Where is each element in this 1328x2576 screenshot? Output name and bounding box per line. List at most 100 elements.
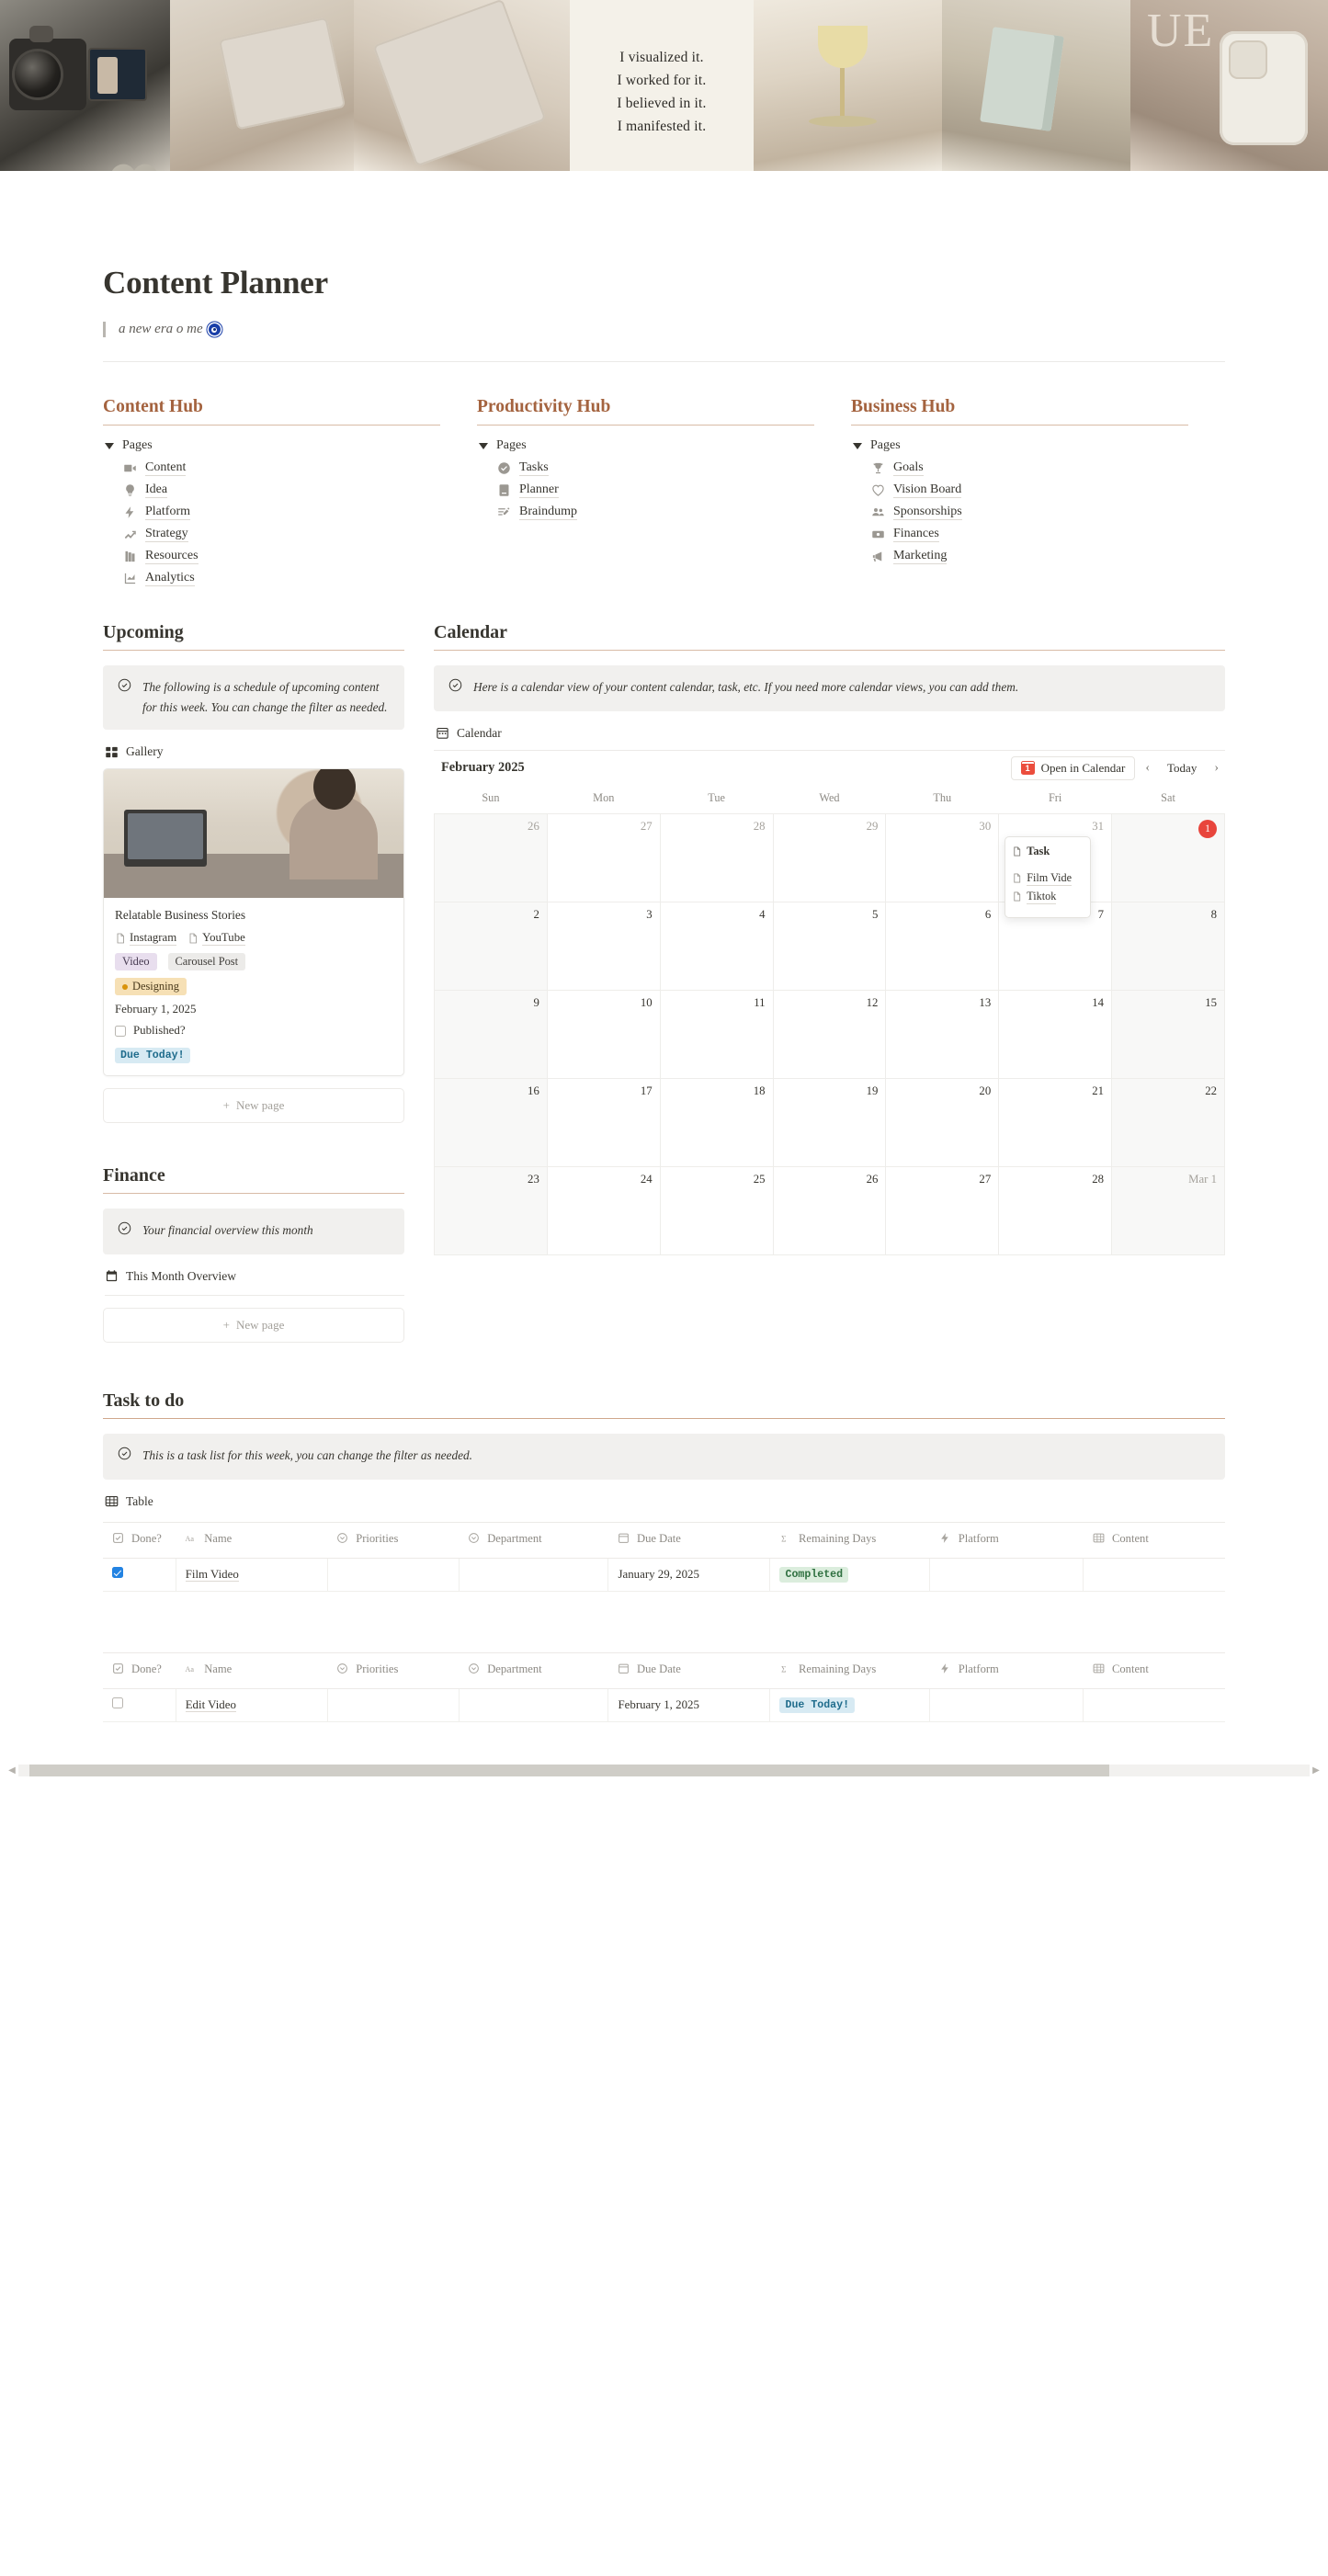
table-row[interactable]: Edit Video February 1, 2025 Due Today! — [103, 1688, 1225, 1722]
calendar-day-cell[interactable]: 8 — [1111, 901, 1225, 991]
calendar-event-popover[interactable]: Task Film Vide Tiktok — [1005, 835, 1092, 918]
gallery-card[interactable]: Relatable Business Stories Instagram You… — [103, 768, 404, 1077]
tag-carousel-post[interactable]: Carousel Post — [167, 953, 246, 971]
cell-content[interactable] — [1083, 1688, 1225, 1722]
calendar-day-cell[interactable]: 18 — [659, 1077, 774, 1167]
sidebar-item-vision-board[interactable]: Vision Board — [851, 479, 1188, 501]
calendar-day-cell[interactable]: 28 — [998, 1165, 1113, 1255]
calendar-day-cell[interactable]: 11 — [659, 989, 774, 1079]
sidebar-item-analytics[interactable]: Analytics — [103, 567, 440, 589]
tag-video[interactable]: Video — [115, 953, 157, 971]
calendar-day-cell[interactable]: 22 — [1111, 1077, 1225, 1167]
sidebar-item-content[interactable]: Content — [103, 457, 440, 479]
calendar-day-cell[interactable]: Mar 1 — [1111, 1165, 1225, 1255]
column-header-name[interactable]: Aa Name — [176, 1522, 328, 1559]
cell-done[interactable] — [103, 1688, 176, 1722]
calendar-day-cell[interactable]: 12 — [772, 989, 887, 1079]
chevron-down-icon[interactable] — [105, 442, 114, 449]
gallery-card-published[interactable]: Published? — [115, 1024, 392, 1038]
relation-youtube[interactable]: YouTube — [187, 931, 245, 947]
calendar-day-cell[interactable]: 2 — [434, 901, 548, 991]
column-header-platform[interactable]: Platform — [929, 1522, 1084, 1559]
calendar-day-cell[interactable]: 4 — [659, 901, 774, 991]
relation-instagram[interactable]: Instagram — [115, 931, 177, 947]
cell-due-date[interactable]: January 29, 2025 — [607, 1558, 771, 1592]
calendar-day-cell[interactable]: 31 Task Film Vide Tiktok — [998, 812, 1113, 918]
calendar-day-cell[interactable]: 28 — [659, 812, 774, 902]
view-selector-calendar[interactable]: Calendar — [436, 726, 1225, 741]
scrollbar-track[interactable] — [18, 1765, 1310, 1777]
column-header-content[interactable]: Content — [1083, 1652, 1225, 1689]
cell-priorities[interactable] — [327, 1688, 460, 1722]
calendar-day-cell[interactable]: 19 — [772, 1077, 887, 1167]
scroll-left-arrow-icon[interactable]: ◀ — [6, 1765, 18, 1776]
pages-toggle-content[interactable]: Pages — [103, 438, 440, 453]
row-checkbox[interactable] — [112, 1697, 123, 1709]
column-header-done[interactable]: Done? — [103, 1652, 176, 1689]
calendar-day-cell[interactable]: 26 — [772, 1165, 887, 1255]
table-row[interactable]: Film Video January 29, 2025 Completed — [103, 1558, 1225, 1592]
popover-event-item[interactable]: Film Vide — [1012, 871, 1084, 886]
column-header-due-date[interactable]: Due Date — [607, 1522, 770, 1559]
row-checkbox[interactable] — [112, 1567, 123, 1579]
sidebar-item-sponsorships[interactable]: Sponsorships — [851, 501, 1188, 523]
calendar-today-button[interactable]: Today — [1160, 758, 1204, 778]
chevron-down-icon[interactable] — [853, 442, 862, 449]
column-header-platform[interactable]: Platform — [929, 1652, 1084, 1689]
calendar-day-cell[interactable]: 27 — [546, 812, 661, 902]
sidebar-item-marketing[interactable]: Marketing — [851, 545, 1188, 567]
sidebar-item-tasks[interactable]: Tasks — [477, 457, 814, 479]
calendar-day-cell[interactable]: 16 — [434, 1077, 548, 1167]
column-header-remaining-days[interactable]: Σ Remaining Days — [769, 1522, 930, 1559]
cell-platform[interactable] — [929, 1558, 1084, 1592]
calendar-day-cell[interactable]: 10 — [546, 989, 661, 1079]
calendar-day-cell[interactable]: 6 — [885, 901, 1000, 991]
pages-toggle-productivity[interactable]: Pages — [477, 438, 814, 453]
view-selector-table[interactable]: Table — [105, 1494, 1225, 1509]
column-header-priorities[interactable]: Priorities — [327, 1652, 460, 1689]
cell-content[interactable] — [1083, 1558, 1225, 1592]
cell-platform[interactable] — [929, 1688, 1084, 1722]
sidebar-item-goals[interactable]: Goals — [851, 457, 1188, 479]
calendar-day-cell[interactable]: 24 — [546, 1165, 661, 1255]
sidebar-item-braindump[interactable]: Braindump — [477, 501, 814, 523]
cell-name[interactable]: Film Video — [176, 1558, 328, 1592]
calendar-day-cell[interactable]: 14 — [998, 989, 1113, 1079]
column-header-due-date[interactable]: Due Date — [607, 1652, 770, 1689]
calendar-day-cell[interactable]: 15 — [1111, 989, 1225, 1079]
cell-done[interactable] — [103, 1558, 176, 1592]
column-header-priorities[interactable]: Priorities — [327, 1522, 460, 1559]
cell-department[interactable] — [459, 1558, 609, 1592]
calendar-day-cell[interactable]: 26 — [434, 812, 548, 902]
scrollbar-thumb[interactable] — [29, 1765, 1109, 1777]
open-in-calendar-button[interactable]: Open in Calendar — [1010, 755, 1136, 780]
cell-due-date[interactable]: February 1, 2025 — [607, 1688, 771, 1722]
horizontal-scrollbar[interactable]: ◀ ▶ — [0, 1763, 1328, 1779]
calendar-prev-button[interactable]: ‹ — [1139, 758, 1156, 778]
sidebar-item-platform[interactable]: Platform — [103, 501, 440, 523]
calendar-day-cell[interactable]: 20 — [885, 1077, 1000, 1167]
heart-icon[interactable] — [108, 162, 160, 171]
new-page-button-finance[interactable]: + New page — [103, 1307, 404, 1343]
sidebar-item-planner[interactable]: Planner — [477, 479, 814, 501]
calendar-day-cell[interactable]: 27 — [885, 1165, 1000, 1255]
chevron-down-icon[interactable] — [479, 442, 488, 449]
calendar-day-cell[interactable]: 25 — [659, 1165, 774, 1255]
sidebar-item-idea[interactable]: Idea — [103, 479, 440, 501]
calendar-day-cell[interactable]: 21 — [998, 1077, 1113, 1167]
column-header-department[interactable]: Department — [459, 1652, 608, 1689]
calendar-day-cell[interactable]: 30 — [885, 812, 1000, 902]
calendar-day-cell[interactable]: 17 — [546, 1077, 661, 1167]
cell-department[interactable] — [459, 1688, 609, 1722]
cell-name[interactable]: Edit Video — [176, 1688, 328, 1722]
calendar-day-cell[interactable]: 13 — [885, 989, 1000, 1079]
sidebar-item-finances[interactable]: Finances — [851, 523, 1188, 545]
status-badge[interactable]: Designing — [115, 978, 187, 996]
scroll-right-arrow-icon[interactable]: ▶ — [1310, 1765, 1322, 1776]
sidebar-item-resources[interactable]: Resources — [103, 545, 440, 567]
view-selector-gallery[interactable]: Gallery — [105, 744, 404, 759]
column-header-name[interactable]: Aa Name — [176, 1652, 328, 1689]
calendar-day-cell-today[interactable]: 1 — [1111, 812, 1225, 902]
column-header-department[interactable]: Department — [459, 1522, 608, 1559]
calendar-day-cell[interactable]: 29 — [772, 812, 887, 902]
